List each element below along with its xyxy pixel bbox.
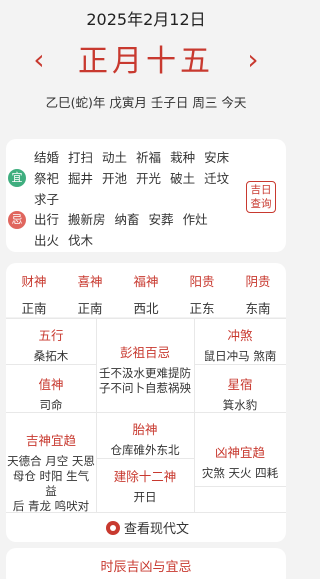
god-label: 福神 [133,274,159,289]
yi-item: 安床 [204,150,230,165]
wuxing-value: 桑拓木 [33,349,69,363]
next-day-chevron-icon[interactable]: › [238,44,268,76]
yi-item: 祈福 [136,150,162,165]
ganzhi-year: 乙巳(蛇)年 [45,95,106,110]
zhishen-cell: 值神 司命 [6,374,96,413]
yi-item: 打扫 [68,150,94,165]
pengzu-value: 壬不汲水更难提防 子不问卜自惹祸殃 [96,366,194,396]
jianchu-label: 建除十二神 [113,469,177,484]
gods-direction-card: 财神 正南 喜神 正南 福神 西北 阳贵 正东 阴贵 东南 [6,263,286,317]
taishen-label: 胎神 [132,422,158,437]
jishen-cell: 吉神宜趋 天德合 月空 天恩 母仓 时阳 生气 益 后 青龙 鸣吠对 [6,430,96,514]
ji-badge: 忌 [8,211,26,229]
ji-item: 出火 [34,233,60,248]
ji-items: 出行 搬新房 纳畜 安葬 作灶出火 伐木 [34,209,248,251]
xiongshen-value: 灾煞 天火 四耗 [201,466,279,480]
chongsha-cell: 冲煞 鼠日冲马 煞南 [194,325,286,364]
almanac-grid: 五行 桑拓木 彭祖百忌 壬不汲水更难提防 子不问卜自惹祸殃 冲煞 鼠日冲马 煞南… [6,318,286,514]
divider [96,458,194,459]
weekday: 周三 [192,95,218,110]
god-xi: 喜神 正南 [62,271,118,317]
shichen-card[interactable]: 时辰吉凶与宜忌 [6,548,286,579]
lunar-date: 正月十五 [78,44,214,79]
xiongshen-label: 凶神宜趋 [214,445,265,460]
ji-item: 搬新房 [68,212,106,227]
jianchu-value: 开日 [133,490,157,504]
divider [194,486,286,487]
divider [6,364,96,365]
yi-item: 开光 [136,171,162,186]
yi-item: 掘井 [68,171,94,186]
yi-item: 破土 [170,171,196,186]
jishen-line-2: 母仓 时阳 生气 益 [12,469,90,498]
calendar-header: 2025年2月12日 ‹ 正月十五 › 乙巳(蛇)年 戊寅月 壬子日 周三 今天 [0,0,292,130]
god-value: 西北 [133,301,159,316]
jishen-label: 吉神宜趋 [25,433,76,448]
zhishen-label: 值神 [38,377,64,392]
modern-link: 查看现代文 [106,518,189,537]
solar-date[interactable]: 2025年2月12日 [0,6,292,30]
chongsha-value: 鼠日冲马 煞南 [203,349,277,363]
pengzu-line-1: 壬不汲水更难提防 [99,366,191,380]
god-value: 东南 [245,301,271,316]
shichen-title: 时辰吉凶与宜忌 [100,560,192,575]
yi-item: 开池 [102,171,128,186]
eye-icon [106,521,120,535]
query-label-line-1: 吉日 [250,184,272,196]
god-value: 正南 [77,301,103,316]
ganzhi-month: 戊寅月 [109,95,147,110]
pengzu-label: 彭祖百忌 [119,345,170,360]
xiongshen-cell: 凶神宜趋 灾煞 天火 四耗 [194,442,286,481]
divider [6,318,286,319]
lunar-date-row: ‹ 正月十五 › [0,42,292,82]
today-label: 今天 [221,95,247,110]
jishen-value: 天德合 月空 天恩 母仓 时阳 生气 益 后 青龙 鸣吠对 [6,454,96,514]
xingxiu-value: 箕水豹 [222,398,258,412]
chongsha-label: 冲煞 [227,328,253,343]
god-label: 财神 [21,274,47,289]
wuxing-cell: 五行 桑拓木 [6,325,96,364]
god-yanggui: 阳贵 正东 [174,271,230,317]
ganzhi-line: 乙巳(蛇)年 戊寅月 壬子日 周三 今天 [0,92,292,111]
god-label: 阴贵 [245,274,271,289]
ji-item: 出行 [34,212,60,227]
ji-item: 纳畜 [114,212,140,227]
yi-item: 动土 [102,150,128,165]
view-modern-text-button[interactable]: 查看现代文 [6,512,286,542]
jishen-line-1: 天德合 月空 天恩 [7,454,95,468]
pengzu-cell: 彭祖百忌 壬不汲水更难提防 子不问卜自惹祸殃 [96,342,194,396]
yi-item: 结婚 [34,150,60,165]
god-fu: 福神 西北 [118,271,174,317]
yi-item: 求子 [34,192,60,207]
yi-badge: 宜 [8,169,26,187]
yi-items: 结婚 打扫 动土 祈福 栽种 安床祭祀 掘井 开池 开光 破土 迁坟求子 [34,147,248,210]
query-label-line-2: 查询 [250,198,272,210]
xingxiu-cell: 星宿 箕水豹 [194,374,286,413]
divider [194,364,286,365]
taishen-value: 仓库碓外东北 [110,443,180,457]
taishen-cell: 胎神 仓库碓外东北 [96,419,194,458]
yi-item: 栽种 [170,150,196,165]
ji-item: 作灶 [182,212,208,227]
god-cai: 财神 正南 [6,271,62,317]
ji-item: 伐木 [68,233,94,248]
ji-item: 安葬 [148,212,174,227]
yi-item: 迁坟 [204,171,230,186]
ganzhi-day: 壬子日 [150,95,189,110]
god-label: 喜神 [77,274,103,289]
modern-link-label: 查看现代文 [124,522,190,537]
jianchu-cell: 建除十二神 开日 [96,466,194,505]
auspicious-day-query-button[interactable]: 吉日 查询 [246,181,276,213]
god-value: 正南 [21,301,47,316]
god-yingui: 阴贵 东南 [230,271,286,317]
god-value: 正东 [189,301,215,316]
yi-ji-card: 宜 结婚 打扫 动土 祈福 栽种 安床祭祀 掘井 开池 开光 破土 迁坟求子 忌 出行 搬新房 纳畜 安葬… [6,139,286,252]
xingxiu-label: 星宿 [227,377,253,392]
zhishen-value: 司命 [39,398,63,412]
yi-item: 祭祀 [34,171,60,186]
pengzu-line-2: 子不问卜自惹祸殃 [99,381,191,395]
wuxing-label: 五行 [38,328,64,343]
divider [6,512,286,513]
god-label: 阳贵 [189,274,215,289]
